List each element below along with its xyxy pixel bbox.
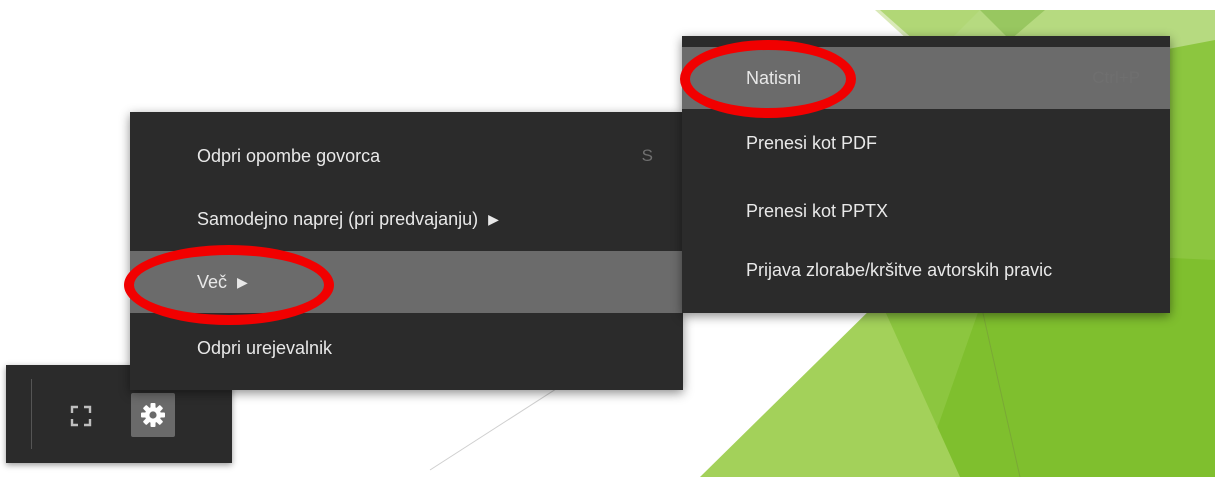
fullscreen-icon (70, 405, 92, 427)
menu-item-label: Odpri urejevalnik (197, 337, 333, 358)
menu-item-label: Samodejno naprej (pri predvajanju) (197, 208, 479, 229)
menu-item-label: Prijava zlorabe/kršitve avtorskih pravic (746, 259, 1053, 280)
menu-item-download-pdf[interactable]: Prenesi kot PDF (682, 112, 1170, 174)
highlight-ring-print (680, 40, 856, 118)
menu-item-label: Prenesi kot PDF (746, 132, 878, 153)
menu-item-auto-advance[interactable]: Samodejno naprej (pri predvajanju) ▶ (130, 188, 683, 250)
menu-item-speaker-notes[interactable]: Odpri opombe govorca S (130, 125, 683, 187)
menu-item-shortcut: Ctrl+P (1092, 68, 1140, 87)
menu-item-download-pptx[interactable]: Prenesi kot PPTX (682, 180, 1170, 242)
menu-item-label: Prenesi kot PPTX (746, 200, 889, 221)
menu-item-label: Odpri opombe govorca (197, 145, 381, 166)
highlight-ring-more (124, 245, 334, 325)
fullscreen-button[interactable] (68, 403, 94, 429)
gear-icon (141, 403, 165, 427)
menu-item-open-editor[interactable]: Odpri urejevalnik (130, 317, 683, 379)
toolbar-divider (31, 379, 32, 449)
submenu-arrow-icon: ▶ (488, 210, 499, 227)
menu-item-report-abuse[interactable]: Prijava zlorabe/kršitve avtorskih pravic (682, 239, 1170, 301)
menu-item-shortcut: S (641, 146, 653, 165)
settings-button[interactable] (131, 393, 175, 437)
